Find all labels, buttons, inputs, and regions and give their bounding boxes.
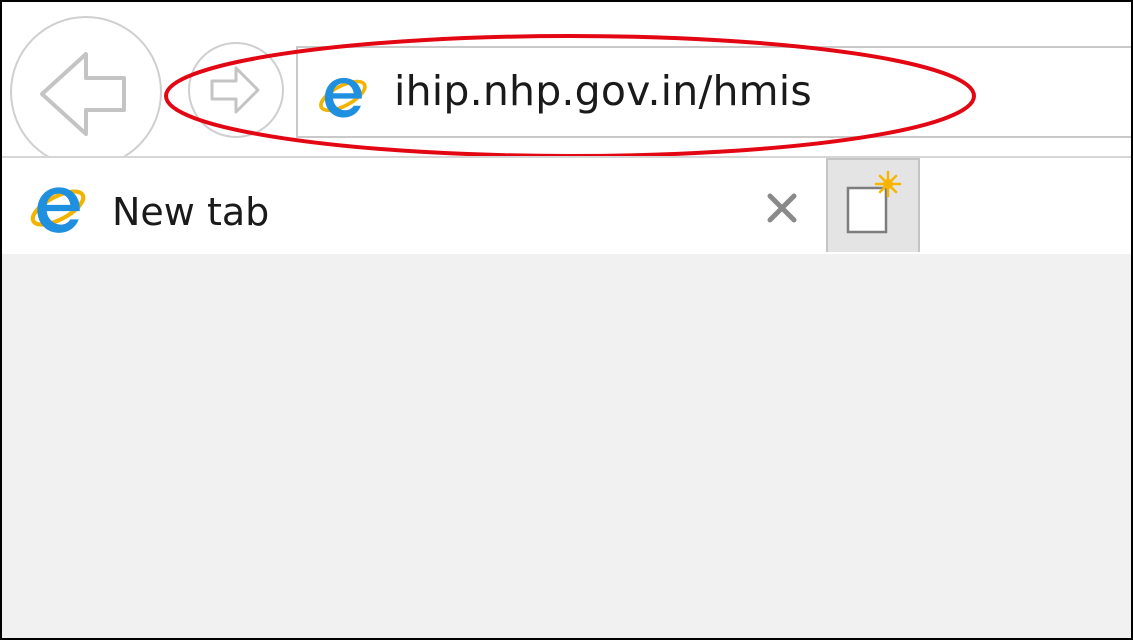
tab-title: New tab <box>112 190 270 234</box>
address-url[interactable]: ihip.nhp.gov.in/hmis <box>394 67 812 115</box>
internet-explorer-icon <box>319 77 367 118</box>
browser-window: ihip.nhp.gov.in/hmis New tab <box>0 0 1133 640</box>
new-tab-button[interactable] <box>826 158 920 252</box>
forward-button[interactable] <box>188 42 284 138</box>
address-bar[interactable]: ihip.nhp.gov.in/hmis <box>296 46 1131 138</box>
new-tab-icon <box>846 170 902 234</box>
tab-new-tab[interactable]: New tab <box>2 158 824 254</box>
page-content <box>2 254 1131 638</box>
arrow-right-icon <box>210 66 260 114</box>
internet-explorer-icon <box>30 187 86 233</box>
back-button[interactable] <box>10 16 162 168</box>
close-icon[interactable] <box>764 190 800 226</box>
arrow-left-icon <box>40 52 126 136</box>
